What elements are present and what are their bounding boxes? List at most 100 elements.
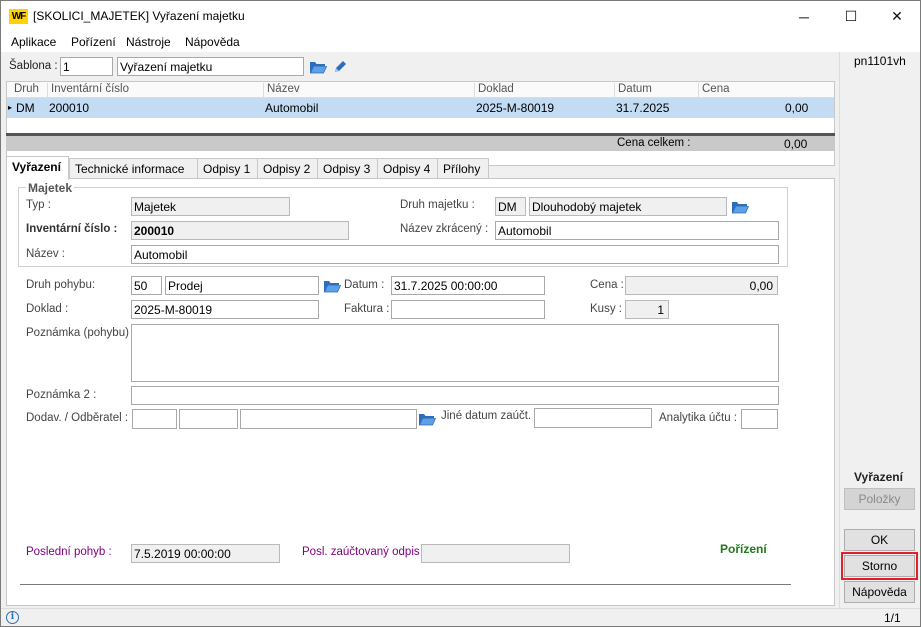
druh-pohybu-label: Druh pohybu:	[26, 279, 96, 291]
jine-datum-label: Jiné datum zaúčt.	[441, 410, 532, 422]
pencil-icon[interactable]	[333, 60, 347, 74]
dodavatel-ico-input[interactable]	[179, 409, 238, 429]
posl-odpis-label: Posl. zaúčtovaný odpis :	[302, 546, 427, 558]
footer-divider	[20, 584, 791, 585]
posledni-pohyb-label: Poslední pohyb :	[26, 546, 112, 558]
inventarni-cislo-field: 200010	[131, 221, 349, 240]
poznamka-pohybu-textarea[interactable]	[131, 324, 779, 382]
tab-panel-vyrazeni: Majetek Typ : Majetek Inventární číslo :…	[6, 178, 835, 606]
nazev-zkraceny-input[interactable]: Automobil	[495, 221, 779, 240]
section-label: Vyřazení	[854, 470, 903, 484]
poznamka-pohybu-label: Poznámka (pohybu) :	[26, 327, 136, 339]
page-indicator: 1/1	[884, 611, 901, 625]
movement-grid: Druh Inventární číslo Název Doklad Datum…	[6, 81, 835, 166]
row-selector-icon: ▸	[8, 103, 13, 112]
grid-header: Druh Inventární číslo Název Doklad Datum…	[7, 82, 834, 98]
analytika-uctu-input[interactable]	[741, 409, 778, 429]
user-code: pn1101vh	[854, 54, 906, 68]
tab-odpisy-1[interactable]: Odpisy 1	[197, 158, 258, 179]
folder-open-icon[interactable]	[418, 412, 436, 426]
total-value: 0,00	[784, 137, 808, 151]
status-bar: i 1/1	[1, 608, 920, 626]
sablona-number-input[interactable]: 1	[60, 57, 113, 76]
grid-header-cena[interactable]: Cena	[698, 83, 808, 98]
tab-vyrazeni[interactable]: Vyřazení	[6, 156, 69, 180]
posledni-pohyb-field: 7.5.2019 00:00:00	[131, 544, 280, 563]
grid-header-datum[interactable]: Datum	[614, 83, 699, 98]
maximize-button[interactable]: ☐	[828, 1, 874, 32]
app-logo: WF	[9, 9, 28, 24]
nazev-zkraceny-label: Název zkrácený :	[400, 223, 489, 235]
typ-label: Typ :	[26, 199, 51, 211]
jine-datum-input[interactable]	[534, 408, 652, 428]
main-area: Šablona : 1 Vyřazení majetku Druh Invent…	[1, 52, 839, 608]
row-nazev: Automobil	[265, 101, 319, 115]
row-datum: 31.7.2025	[616, 101, 670, 115]
folder-open-icon[interactable]	[323, 279, 341, 293]
druh-pohybu-code-input[interactable]: 50	[131, 276, 162, 295]
ok-button[interactable]: OK	[844, 529, 915, 551]
druh-majetku-name: Dlouhodobý majetek	[529, 197, 727, 216]
cena-field: 0,00	[625, 276, 778, 295]
window-title: [SKOLICI_MAJETEK] Vyřazení majetku	[33, 9, 245, 23]
polozky-button[interactable]: Položky	[844, 488, 915, 510]
menu-aplikace[interactable]: Aplikace	[11, 35, 56, 49]
grid-header-nazev[interactable]: Název	[263, 83, 475, 98]
typ-field: Majetek	[131, 197, 290, 216]
title-bar: WF [SKOLICI_MAJETEK] Vyřazení majetku ─ …	[1, 1, 920, 32]
app-window: WF [SKOLICI_MAJETEK] Vyřazení majetku ─ …	[0, 0, 921, 627]
tab-prilohy[interactable]: Přílohy	[437, 158, 489, 179]
kusy-label: Kusy :	[590, 303, 622, 315]
folder-open-icon[interactable]	[309, 60, 327, 74]
datum-input[interactable]: 31.7.2025 00:00:00	[391, 276, 545, 295]
menu-bar: Aplikace Pořízení Nástroje Nápověda	[1, 32, 839, 52]
dodavatel-label: Dodav. / Odběratel :	[26, 412, 129, 424]
faktura-label: Faktura :	[344, 303, 390, 315]
doklad-label: Doklad :	[26, 303, 69, 315]
right-panel: pn1101vh Vyřazení Položky OK Storno Nápo…	[839, 52, 920, 608]
sablona-name-input[interactable]: Vyřazení majetku	[117, 57, 304, 76]
grid-header-doklad[interactable]: Doklad	[474, 83, 615, 98]
druh-majetku-label: Druh majetku :	[400, 199, 475, 211]
druh-majetku-code: DM	[495, 197, 526, 216]
menu-napoveda[interactable]: Nápověda	[185, 35, 240, 49]
row-inventarni-cislo: 200010	[49, 101, 90, 115]
row-cena: 0,00	[785, 101, 809, 115]
menu-nastroje[interactable]: Nástroje	[126, 35, 171, 49]
grid-header-inventarni-cislo[interactable]: Inventární číslo	[47, 83, 265, 98]
analytika-uctu-label: Analytika účtu :	[659, 412, 737, 424]
cena-label: Cena :	[590, 279, 624, 291]
tab-odpisy-4[interactable]: Odpisy 4	[377, 158, 438, 179]
dodavatel-name-input[interactable]	[240, 409, 417, 429]
info-icon[interactable]: i	[6, 611, 19, 624]
row-doklad: 2025-M-80019	[476, 101, 555, 115]
nazev-label: Název :	[26, 248, 65, 260]
total-bar: Cena celkem : 0,00	[6, 133, 835, 151]
faktura-input[interactable]	[391, 300, 545, 319]
poznamka-2-label: Poznámka 2 :	[26, 389, 97, 401]
grid-header-druh[interactable]: Druh	[11, 83, 50, 98]
tab-technicke-informace[interactable]: Technické informace	[69, 158, 198, 179]
row-druh: DM	[16, 101, 35, 115]
close-button[interactable]: ✕	[874, 1, 920, 32]
doklad-input[interactable]: 2025-M-80019	[131, 300, 319, 319]
dodavatel-code-input[interactable]	[132, 409, 177, 429]
poznamka-2-input[interactable]	[131, 386, 779, 405]
total-label: Cena celkem :	[617, 137, 691, 149]
inventarni-cislo-label: Inventární číslo :	[26, 223, 118, 235]
tab-odpisy-2[interactable]: Odpisy 2	[257, 158, 318, 179]
storno-button[interactable]: Storno	[841, 552, 918, 580]
druh-pohybu-name-input[interactable]: Prodej	[165, 276, 319, 295]
sablona-label: Šablona :	[9, 60, 58, 72]
menu-porizeni[interactable]: Pořízení	[71, 35, 116, 49]
datum-label: Datum :	[344, 279, 385, 291]
napoveda-button[interactable]: Nápověda	[844, 581, 915, 603]
table-row[interactable]: ▸ DM 200010 Automobil 2025-M-80019 31.7.…	[7, 98, 834, 118]
majetek-group-label: Majetek	[26, 181, 75, 195]
posl-odpis-field	[421, 544, 570, 563]
tab-odpisy-3[interactable]: Odpisy 3	[317, 158, 378, 179]
minimize-button[interactable]: ─	[781, 1, 827, 32]
kusy-field: 1	[625, 300, 669, 319]
folder-open-icon[interactable]	[731, 200, 749, 214]
nazev-input[interactable]: Automobil	[131, 245, 779, 264]
